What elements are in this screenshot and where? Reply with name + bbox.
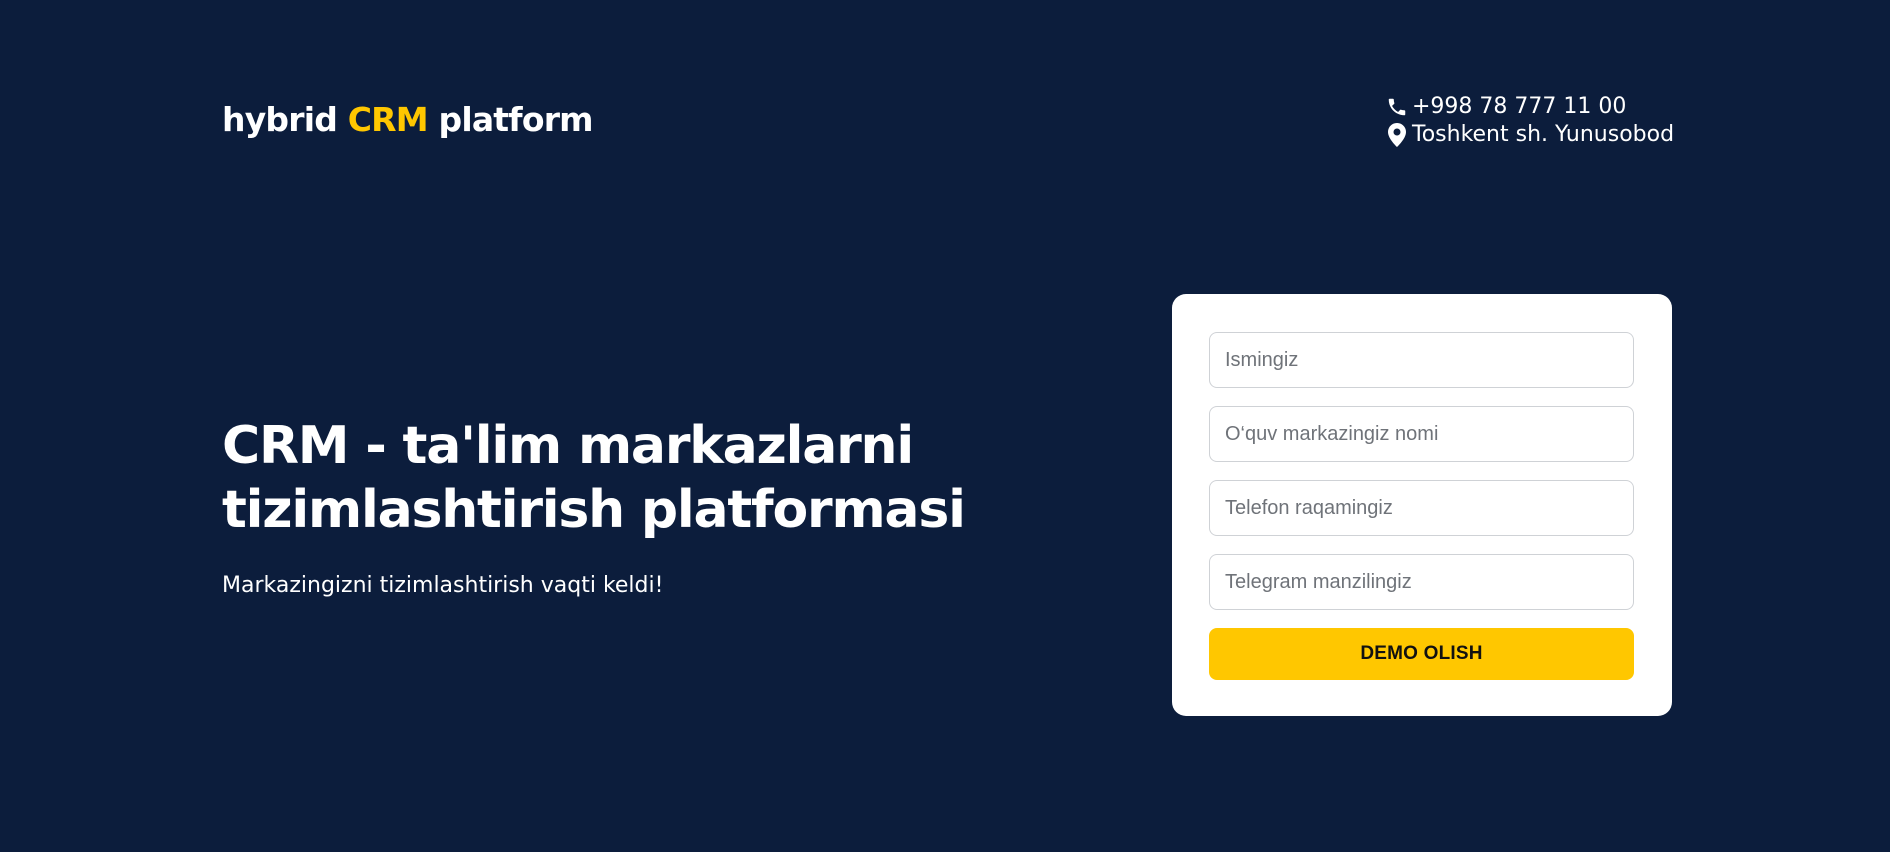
address-text: Toshkent sh. Yunusobod (1412, 122, 1675, 147)
contact-info: +998 78 777 11 00 Toshkent sh. Yunusobod (1386, 93, 1674, 149)
demo-request-form: DEMO OLISH (1172, 294, 1672, 716)
name-input[interactable] (1209, 332, 1634, 388)
logo-text-crm: CRM (347, 100, 429, 139)
address-contact: Toshkent sh. Yunusobod (1386, 121, 1674, 149)
telegram-input[interactable] (1209, 554, 1634, 610)
logo-text-hybrid: hybrid (222, 100, 348, 139)
phone-icon (1386, 95, 1408, 119)
phone-number: +998 78 777 11 00 (1412, 94, 1627, 119)
hero-section: CRM - ta'lim markazlarni tizimlashtirish… (222, 414, 966, 600)
logo[interactable]: hybrid CRM platform (222, 98, 594, 142)
hero-title-line-2: tizimlashtirish platformasi (222, 480, 966, 540)
logo-text-platform: platform (427, 100, 594, 139)
location-pin-icon (1386, 123, 1408, 147)
hero-title: CRM - ta'lim markazlarni tizimlashtirish… (222, 414, 966, 542)
center-name-input[interactable] (1209, 406, 1634, 462)
phone-contact[interactable]: +998 78 777 11 00 (1386, 93, 1674, 121)
hero-title-line-1: CRM - ta'lim markazlarni (222, 416, 914, 476)
phone-input[interactable] (1209, 480, 1634, 536)
hero-subtitle: Markazingizni tizimlashtirish vaqti keld… (222, 573, 664, 598)
demo-submit-button[interactable]: DEMO OLISH (1209, 628, 1634, 680)
